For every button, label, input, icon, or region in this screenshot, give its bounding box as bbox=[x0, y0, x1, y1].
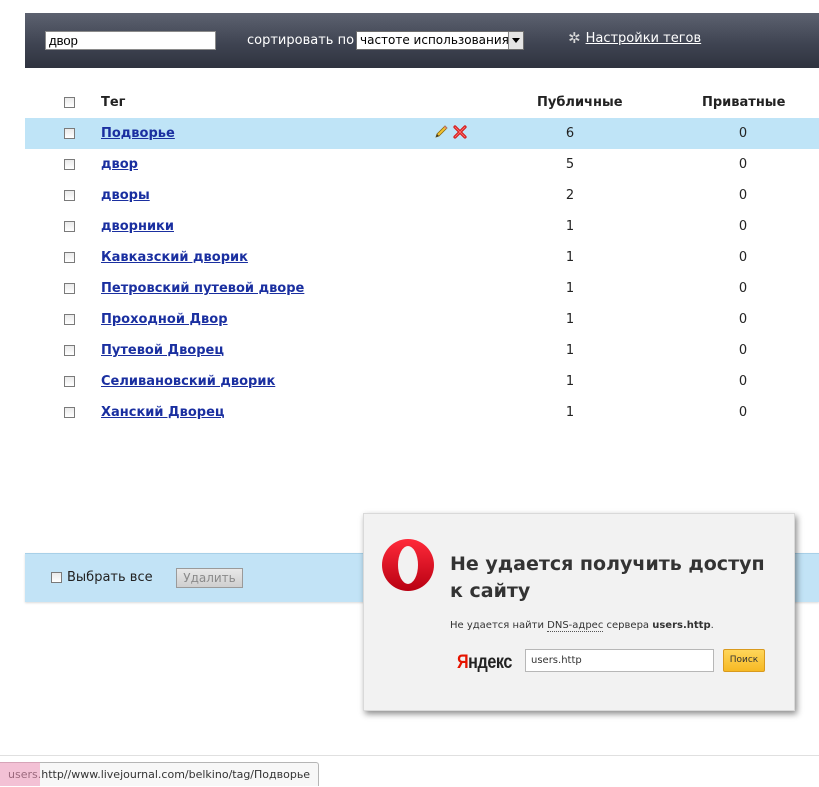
toolbar: сортировать по частоте использования ✲ Н… bbox=[25, 13, 819, 68]
table-row[interactable]: дворники 1 0 bbox=[25, 211, 819, 242]
error-message-host: users.http bbox=[652, 620, 711, 631]
yandex-search-input[interactable]: users.http bbox=[525, 649, 714, 672]
table-row[interactable]: Селивановский дворик 1 0 bbox=[25, 366, 819, 397]
table-row[interactable]: дворы 2 0 bbox=[25, 180, 819, 211]
row-checkbox[interactable] bbox=[64, 283, 75, 294]
row-checkbox[interactable] bbox=[64, 128, 75, 139]
select-all-checkbox[interactable] bbox=[51, 572, 62, 583]
error-title: Не удается получить доступ к сайту bbox=[450, 553, 765, 602]
column-header-tag: Тег bbox=[101, 95, 126, 110]
private-count: 0 bbox=[738, 405, 748, 420]
tag-table: Подворье 6 0 двор 5 0 дворы 2 0 дворники bbox=[25, 118, 819, 428]
error-message-dns: DNS-адрес bbox=[547, 620, 604, 632]
table-row[interactable]: Проходной Двор 1 0 bbox=[25, 304, 819, 335]
select-all-control[interactable]: Выбрать все bbox=[51, 570, 153, 585]
row-checkbox[interactable] bbox=[64, 221, 75, 232]
table-header: Тег Публичные Приватные bbox=[25, 88, 819, 116]
table-row[interactable]: Петровский путевой дворе 1 0 bbox=[25, 273, 819, 304]
tag-link[interactable]: Петровский путевой дворе bbox=[101, 281, 304, 296]
error-message: Не удается найти DNS-адрес сервера users… bbox=[450, 620, 714, 632]
status-separator bbox=[0, 755, 819, 756]
table-row[interactable]: Путевой Дворец 1 0 bbox=[25, 335, 819, 366]
status-bar-url: users.http//www.livejournal.com/belkino/… bbox=[0, 762, 320, 786]
delete-button[interactable]: Удалить bbox=[176, 568, 243, 588]
private-count: 0 bbox=[738, 250, 748, 265]
pencil-icon[interactable] bbox=[433, 124, 449, 140]
row-checkbox[interactable] bbox=[64, 407, 75, 418]
yandex-search-button[interactable]: Поиск bbox=[723, 649, 765, 672]
tag-link[interactable]: двор bbox=[101, 157, 138, 172]
row-checkbox[interactable] bbox=[64, 345, 75, 356]
sort-select-value: частоте использования bbox=[360, 33, 509, 47]
error-message-middle: сервера bbox=[603, 620, 653, 631]
tag-link[interactable]: Подворье bbox=[101, 126, 175, 141]
header-select-all-checkbox[interactable] bbox=[64, 97, 75, 108]
private-count: 0 bbox=[738, 312, 748, 327]
tag-settings-link[interactable]: ✲ Настройки тегов bbox=[568, 31, 702, 47]
tag-filter-input[interactable] bbox=[45, 31, 216, 50]
public-count: 6 bbox=[565, 126, 575, 141]
select-all-label[interactable]: Выбрать все bbox=[67, 570, 153, 585]
tag-link[interactable]: Кавказский дворик bbox=[101, 250, 248, 265]
public-count: 1 bbox=[565, 281, 575, 296]
column-header-public: Публичные bbox=[537, 95, 623, 110]
tag-link[interactable]: Селивановский дворик bbox=[101, 374, 275, 389]
tag-link[interactable]: Ханский Дворец bbox=[101, 405, 225, 420]
public-count: 2 bbox=[565, 188, 575, 203]
public-count: 1 bbox=[565, 219, 575, 234]
private-count: 0 bbox=[738, 374, 748, 389]
row-checkbox[interactable] bbox=[64, 376, 75, 387]
row-checkbox[interactable] bbox=[64, 314, 75, 325]
private-count: 0 bbox=[738, 126, 748, 141]
tag-link[interactable]: дворы bbox=[101, 188, 150, 203]
private-count: 0 bbox=[738, 188, 748, 203]
site-unreachable-popup: Не удается получить доступ к сайту Не уд… bbox=[363, 513, 795, 711]
table-row[interactable]: Кавказский дворик 1 0 bbox=[25, 242, 819, 273]
error-message-suffix: . bbox=[710, 620, 714, 631]
red-cross-icon[interactable] bbox=[452, 124, 468, 140]
tag-settings-label[interactable]: Настройки тегов bbox=[586, 31, 702, 46]
public-count: 5 bbox=[565, 157, 575, 172]
gear-icon[interactable]: ✲ bbox=[568, 31, 581, 46]
table-row[interactable]: двор 5 0 bbox=[25, 149, 819, 180]
row-checkbox[interactable] bbox=[64, 159, 75, 170]
sort-label: сортировать по bbox=[247, 33, 355, 48]
public-count: 1 bbox=[565, 250, 575, 265]
yandex-logo: Яндекс bbox=[457, 652, 512, 674]
table-row[interactable]: Подворье 6 0 bbox=[25, 118, 819, 149]
yandex-logo-first-letter: Я bbox=[457, 652, 469, 673]
private-count: 0 bbox=[738, 343, 748, 358]
error-message-prefix: Не удается найти bbox=[450, 620, 548, 631]
public-count: 1 bbox=[565, 343, 575, 358]
opera-logo-icon bbox=[382, 539, 434, 591]
status-url-highlight bbox=[0, 762, 40, 786]
row-checkbox[interactable] bbox=[64, 252, 75, 263]
tag-link[interactable]: Путевой Дворец bbox=[101, 343, 224, 358]
private-count: 0 bbox=[738, 157, 748, 172]
table-row[interactable]: Ханский Дворец 1 0 bbox=[25, 397, 819, 428]
row-checkbox[interactable] bbox=[64, 190, 75, 201]
private-count: 0 bbox=[738, 281, 748, 296]
row-actions bbox=[433, 124, 468, 140]
public-count: 1 bbox=[565, 312, 575, 327]
public-count: 1 bbox=[565, 405, 575, 420]
tag-link[interactable]: дворники bbox=[101, 219, 174, 234]
tag-link[interactable]: Проходной Двор bbox=[101, 312, 228, 327]
private-count: 0 bbox=[738, 219, 748, 234]
chevron-down-icon[interactable] bbox=[508, 32, 523, 49]
yandex-logo-rest: ндекс bbox=[468, 652, 512, 673]
public-count: 1 bbox=[565, 374, 575, 389]
column-header-private: Приватные bbox=[702, 95, 786, 110]
sort-select[interactable]: частоте использования bbox=[356, 31, 524, 50]
